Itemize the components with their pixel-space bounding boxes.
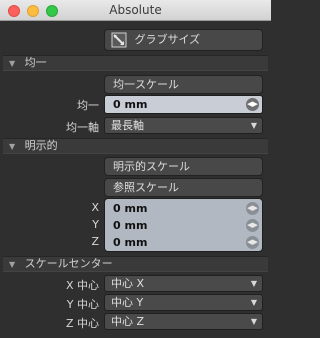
center-z-dropdown[interactable]: 中心 Z ▼ — [104, 313, 263, 330]
explicit-z-spinner-icon[interactable]: ◀▶ — [246, 236, 259, 249]
center-x-label: X 中心 — [65, 279, 99, 292]
section-explicit[interactable]: ▼ 明示的 — [3, 138, 268, 154]
uniform-axis-value: 最長軸 — [111, 119, 144, 132]
window-title: Absolute — [109, 3, 162, 17]
explicit-z-label: Z — [91, 235, 99, 248]
explicit-y-field[interactable]: 0 mm ◀▶ — [105, 217, 262, 234]
center-z-value: 中心 Z — [111, 315, 145, 328]
uniform-axis-dropdown[interactable]: 最長軸 ▼ — [104, 117, 263, 134]
reference-scale-label: 参照スケール — [113, 181, 179, 194]
grab-size-button[interactable]: グラブサイズ — [104, 29, 263, 51]
close-window-button[interactable] — [8, 5, 20, 17]
explicit-xyz-fields: 0 mm ◀▶ 0 mm ◀▶ 0 mm ◀▶ — [104, 198, 263, 252]
explicit-scale-label: 明示的スケール — [113, 160, 190, 173]
collapse-triangle-icon: ▼ — [9, 59, 16, 68]
uniform-scale-label: 均一スケール — [113, 78, 179, 91]
section-scale-center[interactable]: ▼ スケールセンター — [3, 256, 268, 272]
explicit-x-label: X — [91, 201, 99, 214]
section-uniform-label: 均一 — [24, 56, 47, 69]
center-y-dropdown[interactable]: 中心 Y ▼ — [104, 294, 263, 311]
chevron-down-icon: ▼ — [250, 121, 257, 130]
section-explicit-label: 明示的 — [24, 139, 58, 152]
explicit-z-value: 0 mm — [113, 236, 148, 249]
center-x-value: 中心 X — [111, 277, 145, 290]
explicit-x-value: 0 mm — [113, 202, 148, 215]
collapse-triangle-icon: ▼ — [9, 142, 16, 151]
collapse-triangle-icon: ▼ — [9, 260, 16, 269]
minimize-window-button[interactable] — [27, 5, 39, 17]
chevron-down-icon: ▼ — [250, 279, 257, 288]
explicit-x-spinner-icon[interactable]: ◀▶ — [246, 202, 259, 215]
uniform-value-text: 0 mm — [113, 98, 148, 111]
uniform-axis-label: 均一軸 — [66, 121, 99, 134]
grab-size-icon — [111, 32, 127, 48]
section-uniform[interactable]: ▼ 均一 — [3, 55, 268, 71]
explicit-y-spinner-icon[interactable]: ◀▶ — [246, 219, 259, 232]
section-scale-center-label: スケールセンター — [24, 257, 113, 270]
window-titlebar: Absolute — [0, 0, 271, 21]
explicit-scale-button[interactable]: 明示的スケール — [104, 157, 263, 176]
center-y-value: 中心 Y — [111, 296, 144, 309]
explicit-y-value: 0 mm — [113, 219, 148, 232]
uniform-scale-button[interactable]: 均一スケール — [104, 75, 263, 94]
chevron-down-icon: ▼ — [250, 298, 257, 307]
grab-size-label: グラブサイズ — [134, 33, 201, 46]
uniform-value-field[interactable]: 0 mm ◀▶ — [104, 95, 263, 114]
reference-scale-button[interactable]: 参照スケール — [104, 178, 263, 197]
center-x-dropdown[interactable]: 中心 X ▼ — [104, 275, 263, 292]
center-y-label: Y 中心 — [66, 298, 99, 311]
uniform-spinner-icon[interactable]: ◀▶ — [246, 98, 259, 111]
center-z-label: Z 中心 — [65, 317, 99, 330]
chevron-down-icon: ▼ — [250, 317, 257, 326]
uniform-value-label: 均一 — [77, 99, 99, 112]
zoom-window-button[interactable] — [46, 5, 58, 17]
explicit-y-label: Y — [92, 218, 99, 231]
explicit-z-field[interactable]: 0 mm ◀▶ — [105, 234, 262, 251]
explicit-x-field[interactable]: 0 mm ◀▶ — [105, 200, 262, 217]
